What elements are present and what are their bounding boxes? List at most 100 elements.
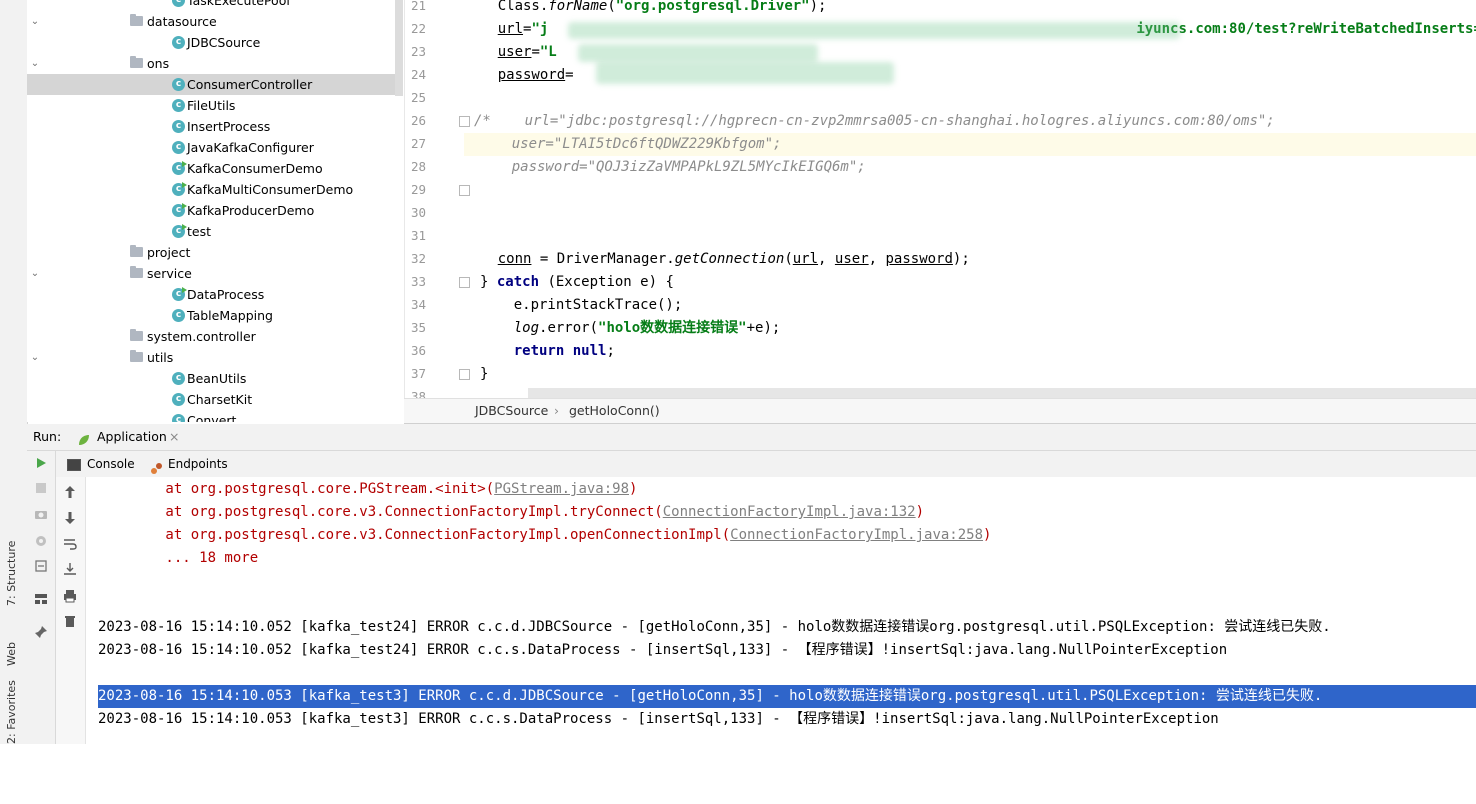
chevron-down-icon[interactable]: ⌄ [29, 11, 41, 32]
spring-app-icon [77, 430, 91, 445]
print-icon[interactable] [62, 589, 78, 605]
close-icon[interactable]: × [169, 424, 179, 450]
class-icon: c [172, 287, 187, 301]
tree-item[interactable]: c test [27, 221, 403, 242]
tree-item-label: JDBCSource [187, 35, 261, 50]
tree-item[interactable]: c CharsetKit [27, 389, 403, 410]
stacktrace-line: at org.postgresql.core.v3.ConnectionFact… [98, 504, 925, 520]
class-icon: c [172, 0, 185, 7]
tree-item-label: FileUtils [187, 98, 236, 113]
tree-item[interactable]: c Convert [27, 410, 403, 422]
tree-item[interactable]: c BeanUtils [27, 368, 403, 389]
line-number: 23 [410, 44, 426, 59]
class-icon: c [172, 182, 187, 196]
line-number: 26 [410, 113, 426, 128]
console-icon [67, 459, 81, 471]
class-icon: c [172, 393, 185, 406]
tree-item-label: InsertProcess [187, 119, 271, 134]
arrow-up-icon[interactable] [62, 485, 78, 501]
code-line-28: password="QOJ3izZaVMPAPkL9ZL5MYcIkEIGQ6m… [478, 159, 866, 175]
stop-icon[interactable] [33, 482, 49, 498]
breadcrumb: JDBCSource › getHoloConn() [404, 398, 1476, 424]
tree-item[interactable]: c KafkaProducerDemo [27, 200, 403, 221]
tree-item[interactable]: c KafkaConsumerDemo [27, 158, 403, 179]
run-config-tab[interactable]: Application [97, 424, 167, 450]
run-toolbar [27, 451, 56, 744]
tree-item-label: CharsetKit [187, 392, 253, 407]
line-number: 21 [410, 0, 426, 13]
redaction-blur [568, 22, 1180, 39]
pin-icon[interactable] [33, 625, 49, 641]
breadcrumb-method[interactable]: getHoloConn() [569, 399, 660, 423]
console-toolbar [56, 477, 86, 744]
tab-console[interactable]: Console [87, 451, 135, 477]
run-subtabs: Console Endpoints [27, 451, 1476, 478]
rerun-icon[interactable] [33, 457, 49, 473]
tree-item[interactable]: c ConsumerController [27, 74, 403, 95]
class-icon: c [172, 414, 185, 422]
class-icon: c [172, 161, 187, 175]
stacktrace-link[interactable]: PGStream.java:98 [494, 481, 629, 497]
chevron-down-icon[interactable]: ⌄ [29, 263, 41, 284]
tree-item[interactable]: c TaskExecutePool [27, 0, 403, 11]
class-icon: c [172, 141, 185, 154]
code-line-36: return null; [513, 343, 615, 359]
settings-icon[interactable] [33, 534, 49, 550]
fold-marker-icon[interactable] [459, 277, 470, 288]
tree-item[interactable]: c InsertProcess [27, 116, 403, 137]
package-icon [130, 329, 143, 341]
log-line: 2023-08-16 15:14:10.052 [kafka_test24] E… [98, 619, 1331, 635]
tree-item-label: test [187, 224, 212, 239]
scroll-to-end-icon[interactable] [62, 562, 78, 578]
trash-icon[interactable] [62, 614, 78, 630]
tree-item[interactable]: c JavaKafkaConfigurer [27, 137, 403, 158]
editor-horizontal-scrollbar[interactable] [528, 388, 1476, 398]
tree-item[interactable]: c JDBCSource [27, 32, 403, 53]
tree-item-label: service [147, 266, 192, 281]
tree-item[interactable]: project [27, 242, 403, 263]
tree-item[interactable]: system.controller [27, 326, 403, 347]
line-number: 33 [410, 274, 426, 289]
package-icon [130, 14, 143, 26]
stacktrace-link[interactable]: ConnectionFactoryImpl.java:258 [730, 527, 983, 543]
tree-item-label: ConsumerController [187, 77, 313, 92]
layout-icon[interactable] [33, 593, 49, 609]
favorites-tab[interactable]: 2: Favorites [5, 680, 21, 804]
tree-item-label: system.controller [147, 329, 256, 344]
tree-item[interactable]: ⌄ ons [27, 53, 403, 74]
tree-item-label: TaskExecutePool [187, 0, 290, 8]
tree-item-label: datasource [147, 14, 217, 29]
code-line-34: e.printStackTrace(); [480, 297, 683, 313]
tree-item[interactable]: ⌄ datasource [27, 11, 403, 32]
line-number: 34 [410, 297, 426, 312]
camera-icon[interactable] [33, 508, 49, 524]
chevron-down-icon[interactable]: ⌄ [29, 347, 41, 368]
tree-item[interactable]: c KafkaMultiConsumerDemo [27, 179, 403, 200]
fold-marker-icon[interactable] [459, 185, 470, 196]
fold-marker-icon[interactable] [459, 369, 470, 380]
code-line-33: } catch (Exception e) { [480, 274, 674, 290]
tree-item-label: utils [147, 350, 174, 365]
restore-layout-icon[interactable] [33, 559, 49, 575]
line-number: 36 [410, 343, 426, 358]
tab-endpoints[interactable]: Endpoints [168, 451, 228, 477]
structure-tab-label: 7: Structure [5, 540, 18, 606]
breadcrumb-class[interactable]: JDBCSource [475, 399, 548, 423]
line-number: 30 [410, 205, 426, 220]
project-tree: c TaskExecutePool ⌄ datasource c JDBCSource ⌄ o… [27, 0, 403, 422]
arrow-down-icon[interactable] [62, 511, 78, 527]
line-number: 28 [410, 159, 426, 174]
soft-wrap-icon[interactable] [62, 537, 78, 553]
tree-item[interactable]: c FileUtils [27, 95, 403, 116]
stacktrace-link[interactable]: ConnectionFactoryImpl.java:132 [663, 504, 916, 520]
chevron-down-icon[interactable]: ⌄ [29, 53, 41, 74]
line-number: 32 [410, 251, 426, 266]
tree-item[interactable]: c DataProcess [27, 284, 403, 305]
tree-scrollbar[interactable] [395, 0, 403, 96]
tree-item[interactable]: ⌄ service [27, 263, 403, 284]
fold-marker-icon[interactable] [459, 116, 470, 127]
tree-item[interactable]: ⌄ utils [27, 347, 403, 368]
log-line: 2023-08-16 15:14:10.053 [kafka_test3] ER… [98, 711, 1219, 727]
class-icon: c [172, 224, 187, 238]
tree-item[interactable]: c TableMapping [27, 305, 403, 326]
